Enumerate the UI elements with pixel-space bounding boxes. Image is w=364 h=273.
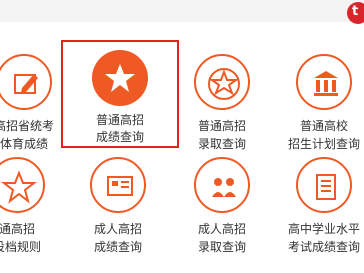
certificate-icon [90, 157, 146, 213]
document-icon [296, 157, 352, 213]
tile-label-line1: 普通高招 [95, 113, 144, 127]
institution-icon [296, 54, 352, 110]
tile-label-line2: 录取查询 [197, 240, 246, 254]
brand-logo-glyph: t [352, 4, 359, 19]
top-bar [0, 0, 364, 22]
tile-label-line1: 普通高招 [197, 119, 246, 133]
tile-adult-admission-query[interactable]: 成人高招 录取查询 [170, 149, 274, 257]
tile-label-line1: 高中学业水平 [287, 222, 360, 236]
tile-general-score-query[interactable]: 普通高招 成绩查询 [61, 40, 179, 148]
tile-academic-level-query[interactable]: 高中学业水平 考试成绩查询 [272, 149, 364, 257]
star-badge-icon [194, 54, 250, 110]
tile-label-line2: 投档规则 [0, 240, 41, 254]
tile-label-line1: 成人高招 [197, 222, 246, 236]
tile-label-line1: 成人高招 [93, 222, 142, 236]
people-icon [194, 157, 250, 213]
tile-general-admission-query[interactable]: 普通高招 录取查询 [170, 46, 274, 154]
tile-general-admission-rules[interactable]: 通高招 投档规则 [0, 149, 69, 257]
tile-label-line2: 考试成绩查询 [287, 240, 360, 254]
edit-icon [0, 54, 52, 110]
tile-label-line2: 成绩查询 [95, 130, 144, 144]
brand-logo-icon[interactable]: t [347, 2, 364, 24]
tile-label-line1: 普通高校 [299, 119, 348, 133]
tile-label-line2: 成绩查询 [93, 240, 142, 254]
tile-university-enrollment-plan[interactable]: 普通高校 招生计划查询 [272, 46, 364, 154]
star-icon [92, 50, 148, 106]
tile-adult-score-query[interactable]: 成人高招 成绩查询 [66, 149, 170, 257]
star-outline-icon [0, 157, 45, 213]
tile-label-line1: 通高招 [0, 222, 35, 236]
